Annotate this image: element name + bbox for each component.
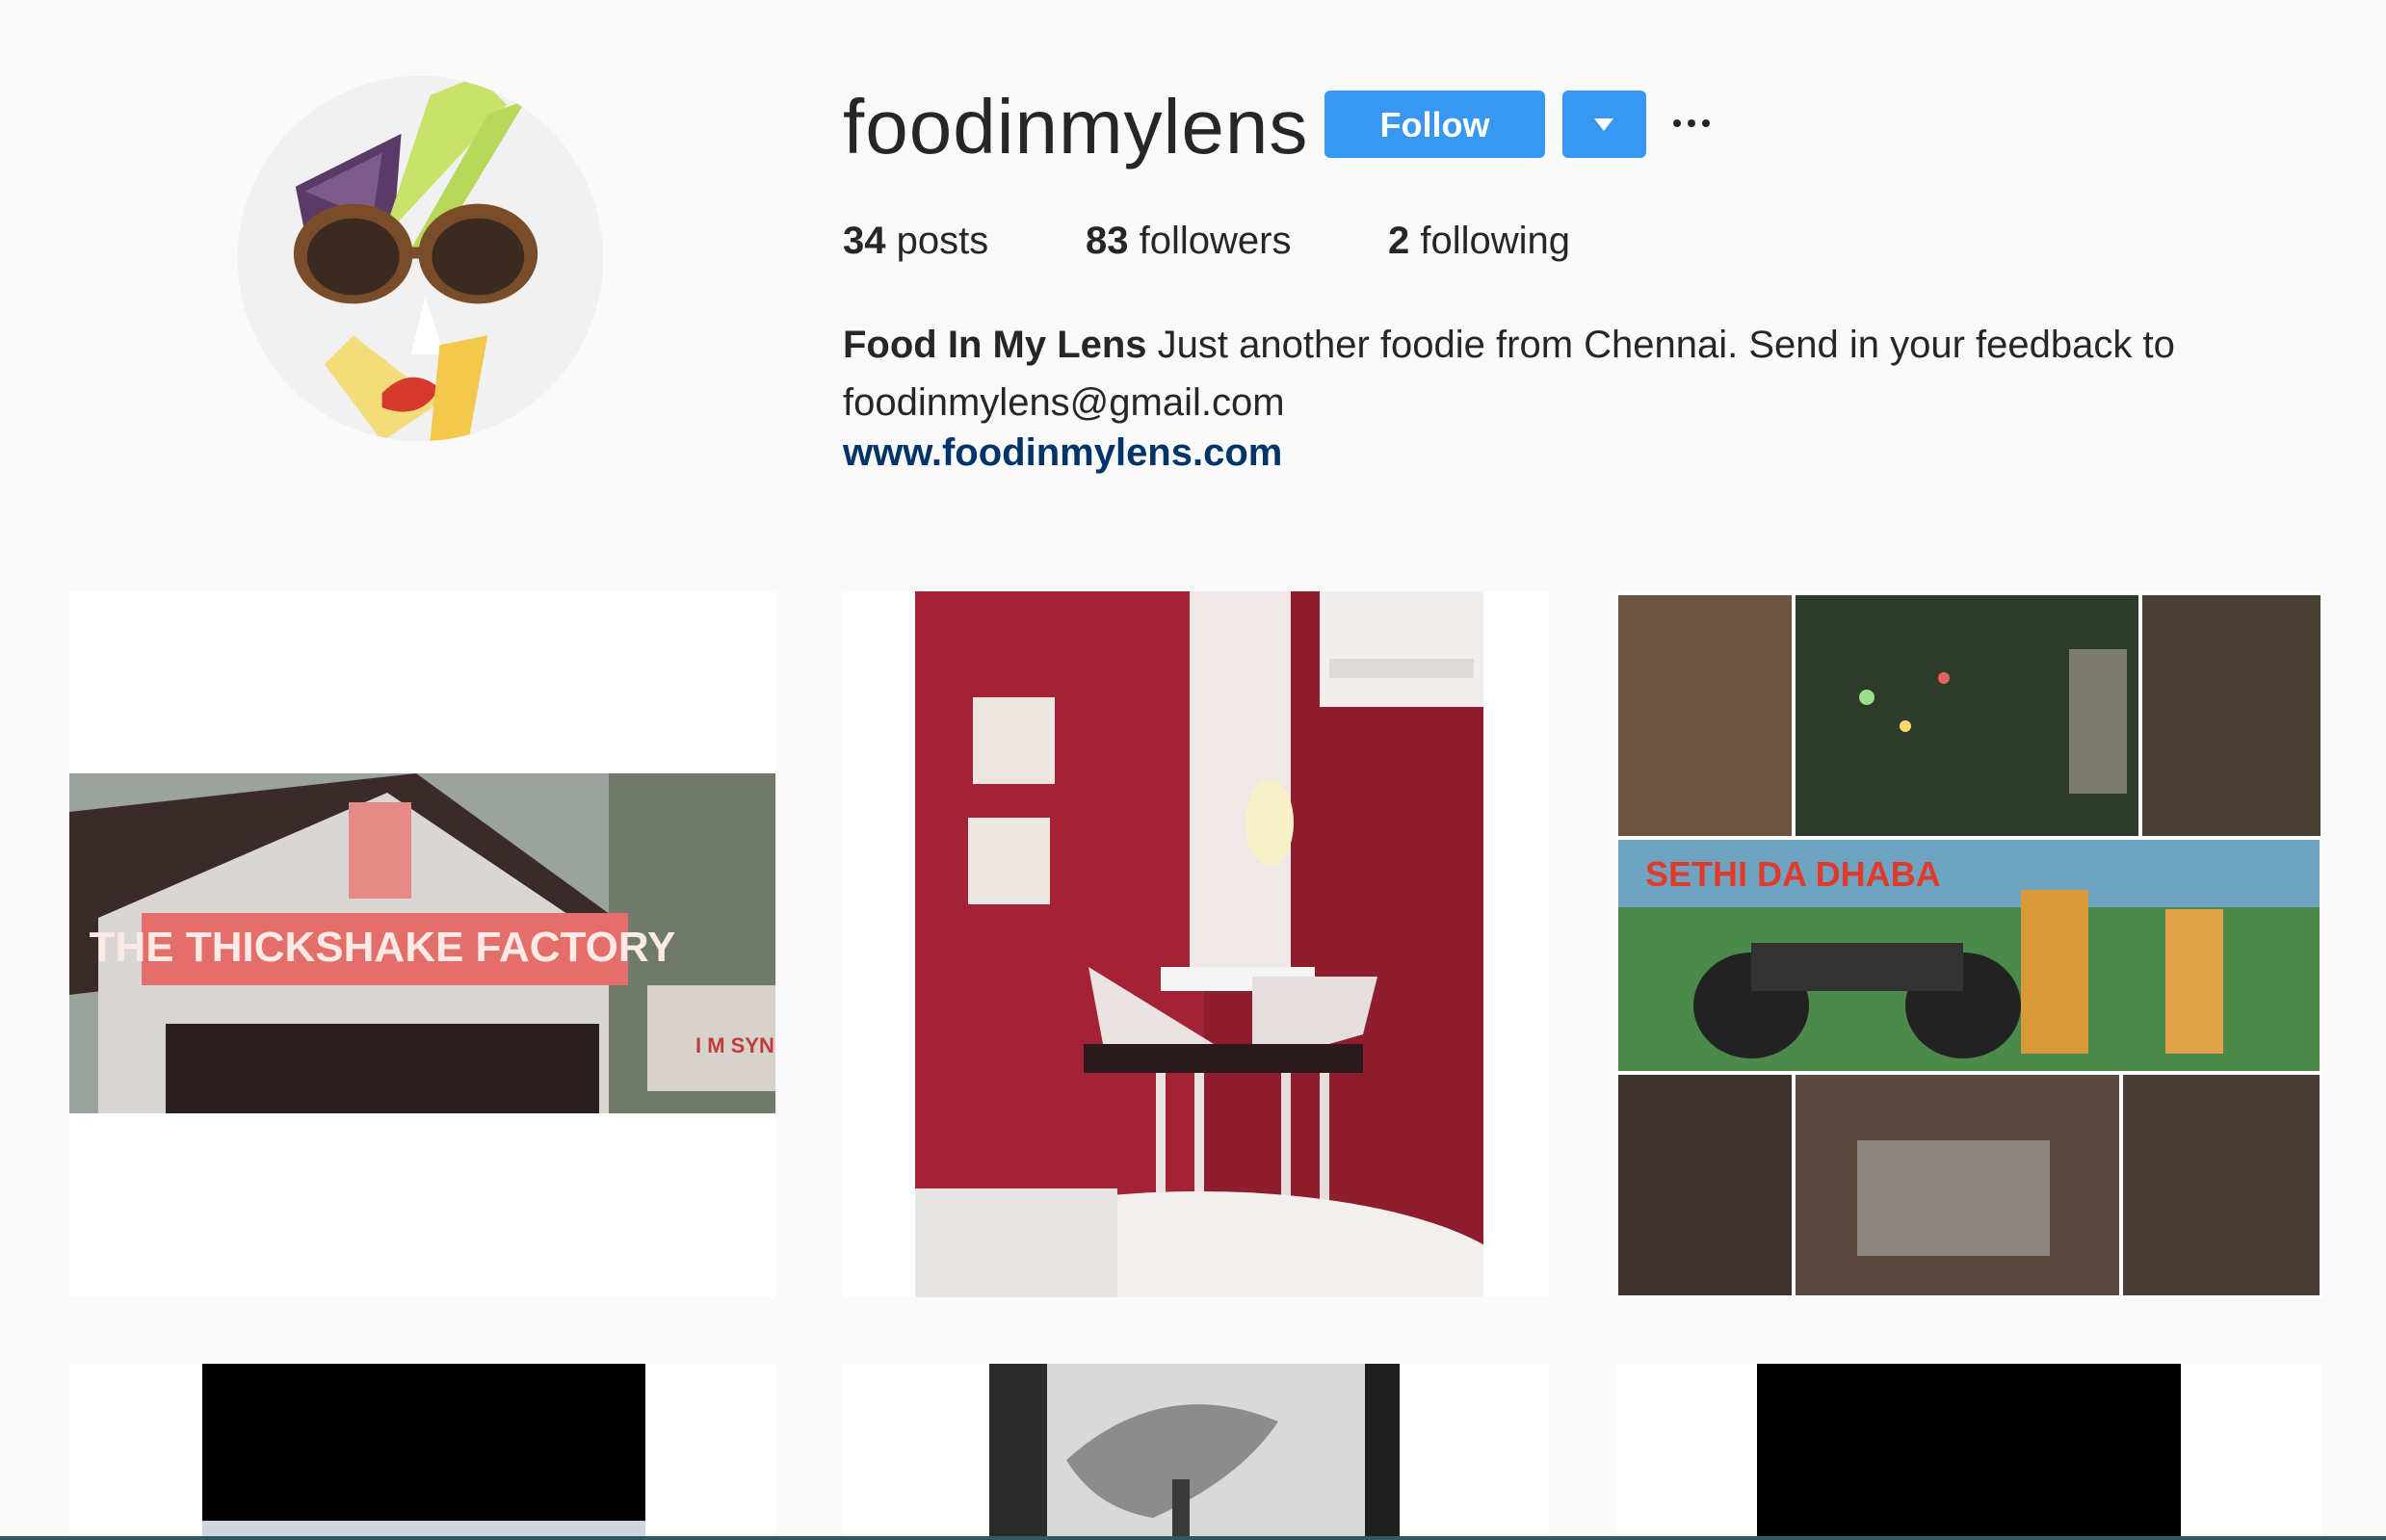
website-link[interactable]: www.foodinmylens.com [843,431,1282,475]
post-image [989,1364,1400,1540]
following-number: 2 [1388,220,1410,262]
profile-username: foodinmylens [843,84,1309,170]
post-sign-text: THE THICKSHAKE FACTORY [90,924,676,971]
profile-bio: Food In My Lens Just another foodie from… [843,316,2191,431]
bottom-edge [0,1536,2386,1540]
more-options-button[interactable] [1671,104,1716,143]
avatar-art-icon [238,76,603,441]
following-label: following [1409,220,1571,262]
post-image [202,1364,645,1540]
caret-down-icon [1594,118,1613,131]
follow-options-button[interactable] [1562,91,1646,158]
profile-full-name: Food In My Lens [843,324,1147,366]
following-link[interactable]: 2 following [1388,220,1570,263]
followers-label: followers [1128,220,1292,262]
follow-button[interactable]: Follow [1324,91,1545,158]
ellipsis-icon [1673,119,1681,127]
profile-avatar[interactable] [238,76,603,441]
post-thumbnail[interactable]: THE THICKSHAKE FACTORY I M SYN [69,591,775,1297]
posts-label: posts [885,220,989,262]
post-thumbnail[interactable] [1616,1364,2322,1540]
post-image [1757,1364,2181,1540]
posts-count: 34 posts [843,220,988,263]
followers-link[interactable]: 83 followers [1086,220,1291,263]
post-thumbnail[interactable] [843,591,1549,1297]
post-thumbnail[interactable] [843,1364,1549,1540]
posts-number: 34 [843,220,886,262]
followers-number: 83 [1086,220,1129,262]
post-sign-text: SETHI DA DHABA [1645,854,1941,894]
post-thumbnail[interactable]: SETHI DA DHABA [1616,591,2322,1297]
post-side-text: I M SYN [695,1033,774,1057]
post-image: THE THICKSHAKE FACTORY I M SYN [69,773,775,1113]
post-image [915,591,1483,1297]
post-thumbnail[interactable] [69,1364,775,1540]
post-image: SETHI DA DHABA [1616,591,2322,1297]
